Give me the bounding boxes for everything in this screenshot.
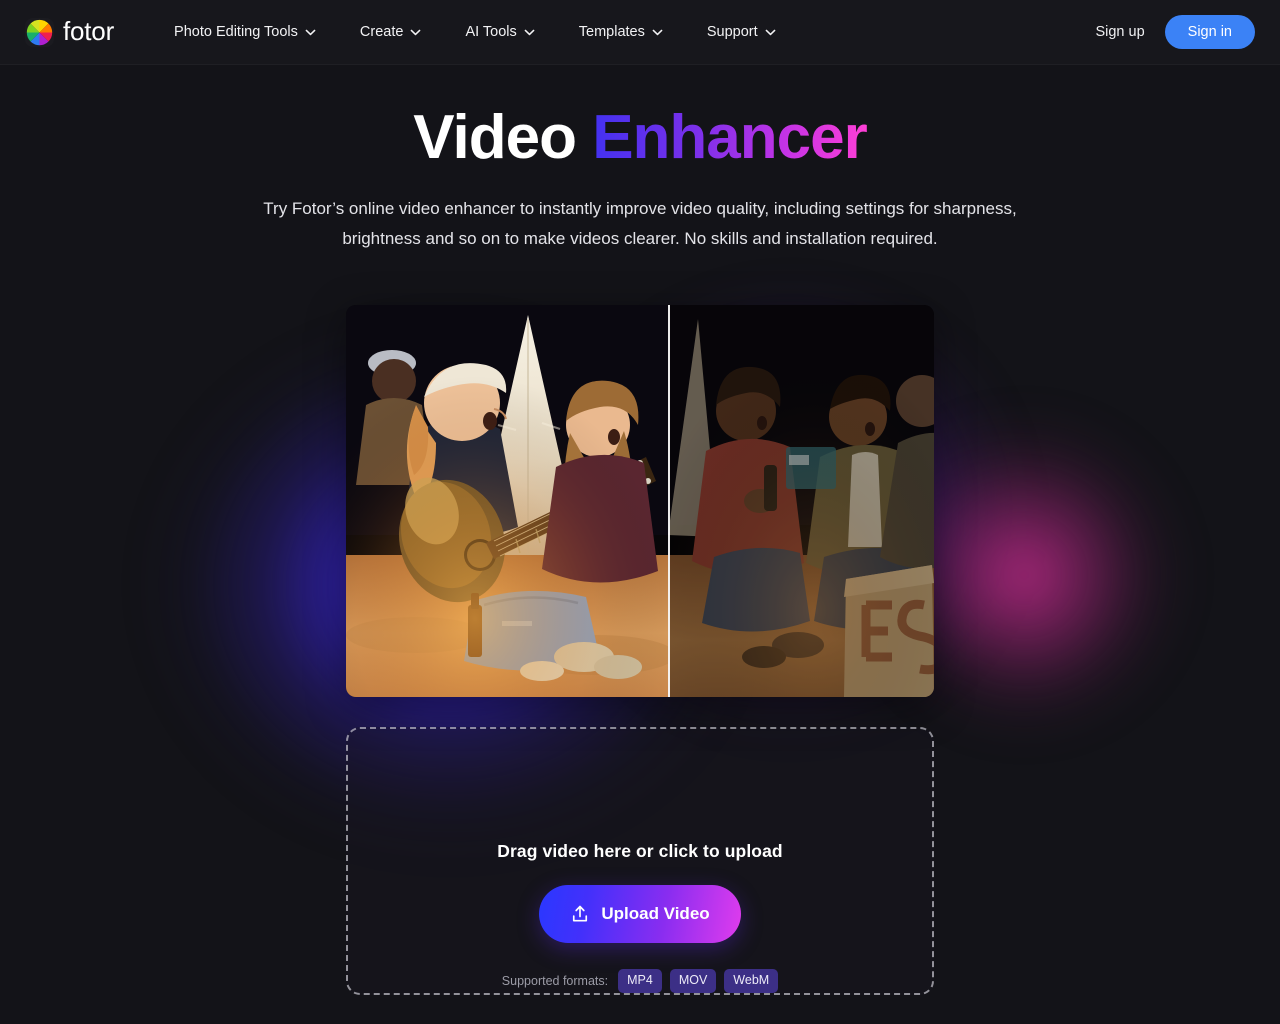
comparison-frame [346,305,934,698]
format-chip-mp4: MP4 [618,969,662,993]
before-after-comparison-video[interactable] [346,305,934,698]
video-dropzone[interactable]: Drag video here or click to upload Uploa… [346,727,934,995]
page-subtitle: Try Fotor’s online video enhancer to ins… [263,199,1017,249]
nav-label: Support [706,24,758,40]
nav-item-templates[interactable]: Templates [557,16,685,48]
format-chip-webm: WebM [724,969,779,993]
hero-section: Video Enhancer Try Fotor’s online video … [0,65,1280,995]
nav-item-photo-editing-tools[interactable]: Photo Editing Tools [152,16,338,48]
nav-label: Create [359,24,404,40]
upload-video-button-label: Upload Video [601,904,710,924]
sign-up-link[interactable]: Sign up [1091,18,1148,46]
fotor-color-wheel-logo-icon [25,17,54,47]
split-divider-handle-icon[interactable] [668,305,670,698]
nav-label: AI Tools [465,24,517,40]
nav-item-support[interactable]: Support [685,16,798,48]
site-header: fotor Photo Editing Tools Create AI Tool… [0,0,1280,65]
dropzone-title: Drag video here or click to upload [497,841,783,862]
chevron-down-icon [305,29,316,35]
supported-formats-label: Supported formats: [501,974,609,989]
nav-item-ai-tools[interactable]: AI Tools [443,16,556,48]
supported-formats: Supported formats: MP4 MOV WebM [501,969,779,993]
chevron-down-icon [765,29,776,35]
format-chip-mov: MOV [669,969,717,993]
brand-name: fotor [63,15,115,46]
nav-item-create[interactable]: Create [338,16,444,48]
chevron-down-icon [524,29,535,35]
upload-video-button[interactable]: Upload Video [539,885,741,944]
brand-logo-link[interactable]: fotor [25,15,115,47]
chevron-down-icon [652,29,663,35]
header-actions: Sign up Sign in [1091,14,1255,50]
chevron-down-icon [411,29,421,35]
nav-label: Templates [578,24,645,40]
page-title: Video Enhancer [413,103,868,172]
main-navigation: Photo Editing Tools Create AI Tools Temp… [152,16,798,48]
upload-icon [573,906,588,922]
page-title-plain: Video [413,103,593,172]
nav-label: Photo Editing Tools [174,24,298,40]
sign-in-button[interactable]: Sign in [1164,14,1255,50]
page-title-accent: Enhancer [592,103,868,172]
